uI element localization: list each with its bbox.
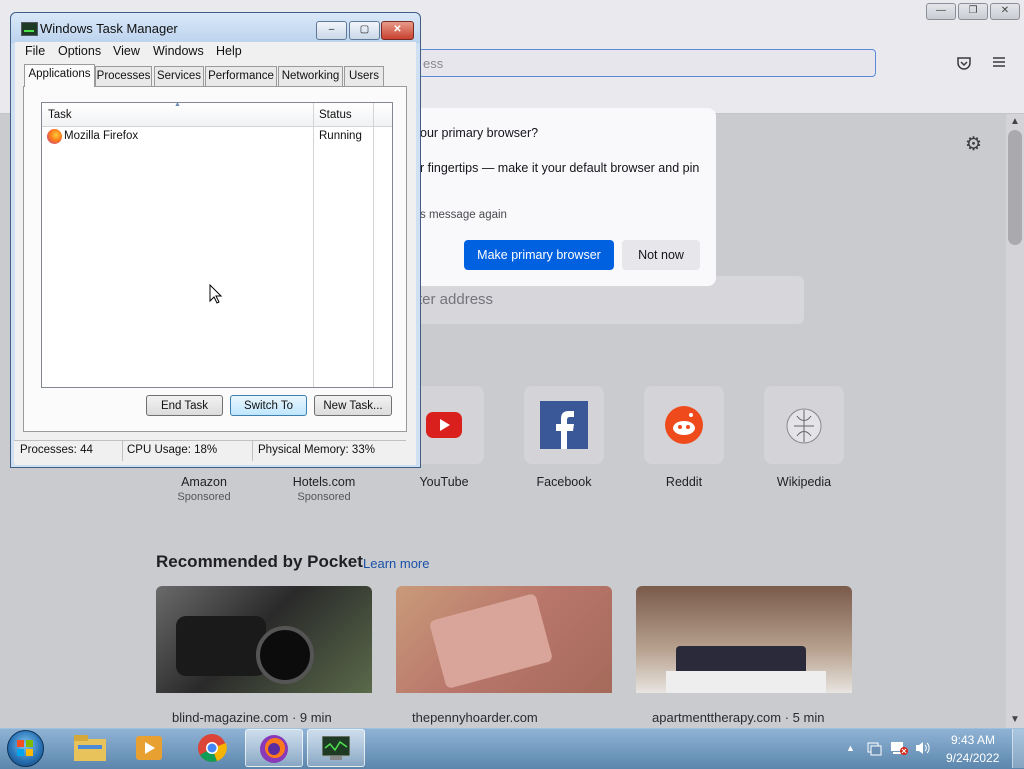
sort-arrow-icon: ▲ — [174, 101, 181, 108]
taskbar-explorer[interactable] — [61, 729, 119, 767]
tab-services[interactable]: Services — [154, 66, 204, 86]
pocket-card-source[interactable]: apartmenttherapy.com · 5 min — [652, 710, 824, 725]
dialog-body: r fingertips — make it your default brow… — [420, 161, 700, 175]
firefox-icon — [260, 735, 288, 763]
action-center-icon[interactable] — [866, 740, 882, 759]
reddit-icon — [665, 406, 703, 444]
not-now-button[interactable]: Not now — [622, 240, 700, 270]
tab-performance[interactable]: Performance — [205, 66, 277, 86]
taskbar-chrome[interactable] — [183, 729, 241, 767]
chrome-icon — [198, 734, 227, 762]
site-tile-facebook[interactable] — [524, 386, 604, 464]
clock-date[interactable]: 9/24/2022 — [946, 751, 999, 765]
site-name-facebook[interactable]: Facebook — [504, 475, 624, 489]
site-tile-wikipedia[interactable] — [764, 386, 844, 464]
status-divider — [252, 441, 253, 461]
tab-users[interactable]: Users — [344, 66, 384, 86]
site-name-reddit[interactable]: Reddit — [624, 475, 744, 489]
tab-networking[interactable]: Networking — [278, 66, 343, 86]
scroll-up-arrow-icon[interactable]: ▲ — [1010, 116, 1020, 127]
maximize-button[interactable]: ▢ — [349, 21, 380, 40]
minimize-button[interactable]: – — [316, 21, 347, 40]
make-primary-browser-button[interactable]: Make primary browser — [464, 240, 614, 270]
end-task-button[interactable]: End Task — [146, 395, 223, 416]
column-header-task[interactable]: Task — [48, 109, 72, 121]
tab-applications[interactable]: Applications — [24, 64, 95, 87]
pocket-heading: Recommended by Pocket — [156, 552, 363, 571]
hamburger-icon[interactable] — [992, 55, 1006, 74]
show-desktop-button[interactable] — [1012, 729, 1024, 768]
switch-to-button[interactable]: Switch To — [230, 395, 307, 416]
pocket-card-image[interactable] — [636, 586, 852, 693]
network-icon[interactable] — [890, 740, 908, 759]
status-processes: Processes: 44 — [20, 444, 93, 456]
browser-close-button[interactable]: ✕ — [990, 3, 1020, 20]
tab-processes[interactable]: Processes — [95, 66, 152, 86]
facebook-icon — [540, 401, 588, 449]
pocket-icon[interactable] — [956, 55, 972, 76]
site-tile-reddit[interactable] — [644, 386, 724, 464]
mouse-cursor-icon — [209, 284, 223, 304]
youtube-icon — [426, 412, 462, 438]
task-manager-title: Windows Task Manager — [40, 21, 178, 36]
new-task-button[interactable]: New Task... — [314, 395, 392, 416]
site-name-wikipedia[interactable]: Wikipedia — [744, 475, 864, 489]
site-sponsored-amazon: Sponsored — [177, 491, 231, 503]
volume-icon[interactable] — [914, 740, 932, 759]
column-divider — [313, 103, 314, 387]
menu-windows[interactable]: Windows — [153, 44, 204, 58]
explorer-icon — [74, 735, 106, 761]
url-bar[interactable]: ess — [418, 49, 876, 77]
site-name-youtube[interactable]: YouTube — [384, 475, 504, 489]
windows-logo-icon — [17, 740, 34, 757]
dialog-title: our primary browser? — [420, 126, 539, 140]
pocket-card-source[interactable]: thepennyhoarder.com — [412, 710, 538, 725]
taskbar-media-player[interactable] — [121, 729, 179, 767]
task-list[interactable] — [41, 102, 393, 388]
status-memory: Physical Memory: 33% — [258, 444, 375, 456]
site-sponsored-hotels: Sponsored — [297, 491, 351, 503]
scroll-down-arrow-icon[interactable]: ▼ — [1010, 714, 1020, 725]
menu-file[interactable]: File — [25, 44, 45, 58]
column-header-status[interactable]: Status — [319, 109, 352, 121]
pocket-card-image[interactable] — [396, 586, 612, 693]
show-hidden-icons-icon[interactable]: ▲ — [846, 743, 855, 753]
scrollbar-thumb[interactable] — [1008, 130, 1022, 245]
task-row-name[interactable]: Mozilla Firefox — [64, 130, 138, 142]
wikipedia-icon — [786, 408, 822, 444]
taskbar-firefox[interactable] — [245, 729, 303, 767]
url-placeholder: ess — [423, 56, 444, 71]
site-name-amazon[interactable]: Amazon — [144, 475, 264, 489]
search-placeholder: ter address — [418, 291, 494, 308]
task-row-status[interactable]: Running — [319, 130, 362, 142]
menu-help[interactable]: Help — [216, 44, 242, 58]
pocket-card-image[interactable] — [156, 586, 372, 693]
menu-view[interactable]: View — [113, 44, 140, 58]
site-name-hotels[interactable]: Hotels.com — [264, 475, 384, 489]
firefox-icon — [47, 129, 62, 144]
column-divider — [373, 103, 374, 387]
close-button[interactable]: ✕ — [381, 21, 414, 40]
status-cpu: CPU Usage: 18% — [127, 444, 218, 456]
taskbar-task-manager[interactable] — [307, 729, 365, 767]
pocket-learn-more-link[interactable]: Learn more — [363, 556, 429, 571]
task-manager-icon — [21, 22, 38, 36]
task-manager-icon — [322, 736, 350, 760]
media-player-icon — [136, 736, 162, 760]
browser-minimize-button[interactable]: — — [926, 3, 956, 20]
gear-icon[interactable]: ⚙ — [965, 133, 982, 156]
status-divider — [122, 441, 123, 461]
browser-restore-button[interactable]: ❐ — [958, 3, 988, 20]
pocket-card-source[interactable]: blind-magazine.com · 9 min — [172, 710, 332, 725]
dialog-checkbox-label[interactable]: s message again — [420, 209, 507, 221]
clock-time[interactable]: 9:43 AM — [951, 733, 995, 747]
menu-options[interactable]: Options — [58, 44, 101, 58]
